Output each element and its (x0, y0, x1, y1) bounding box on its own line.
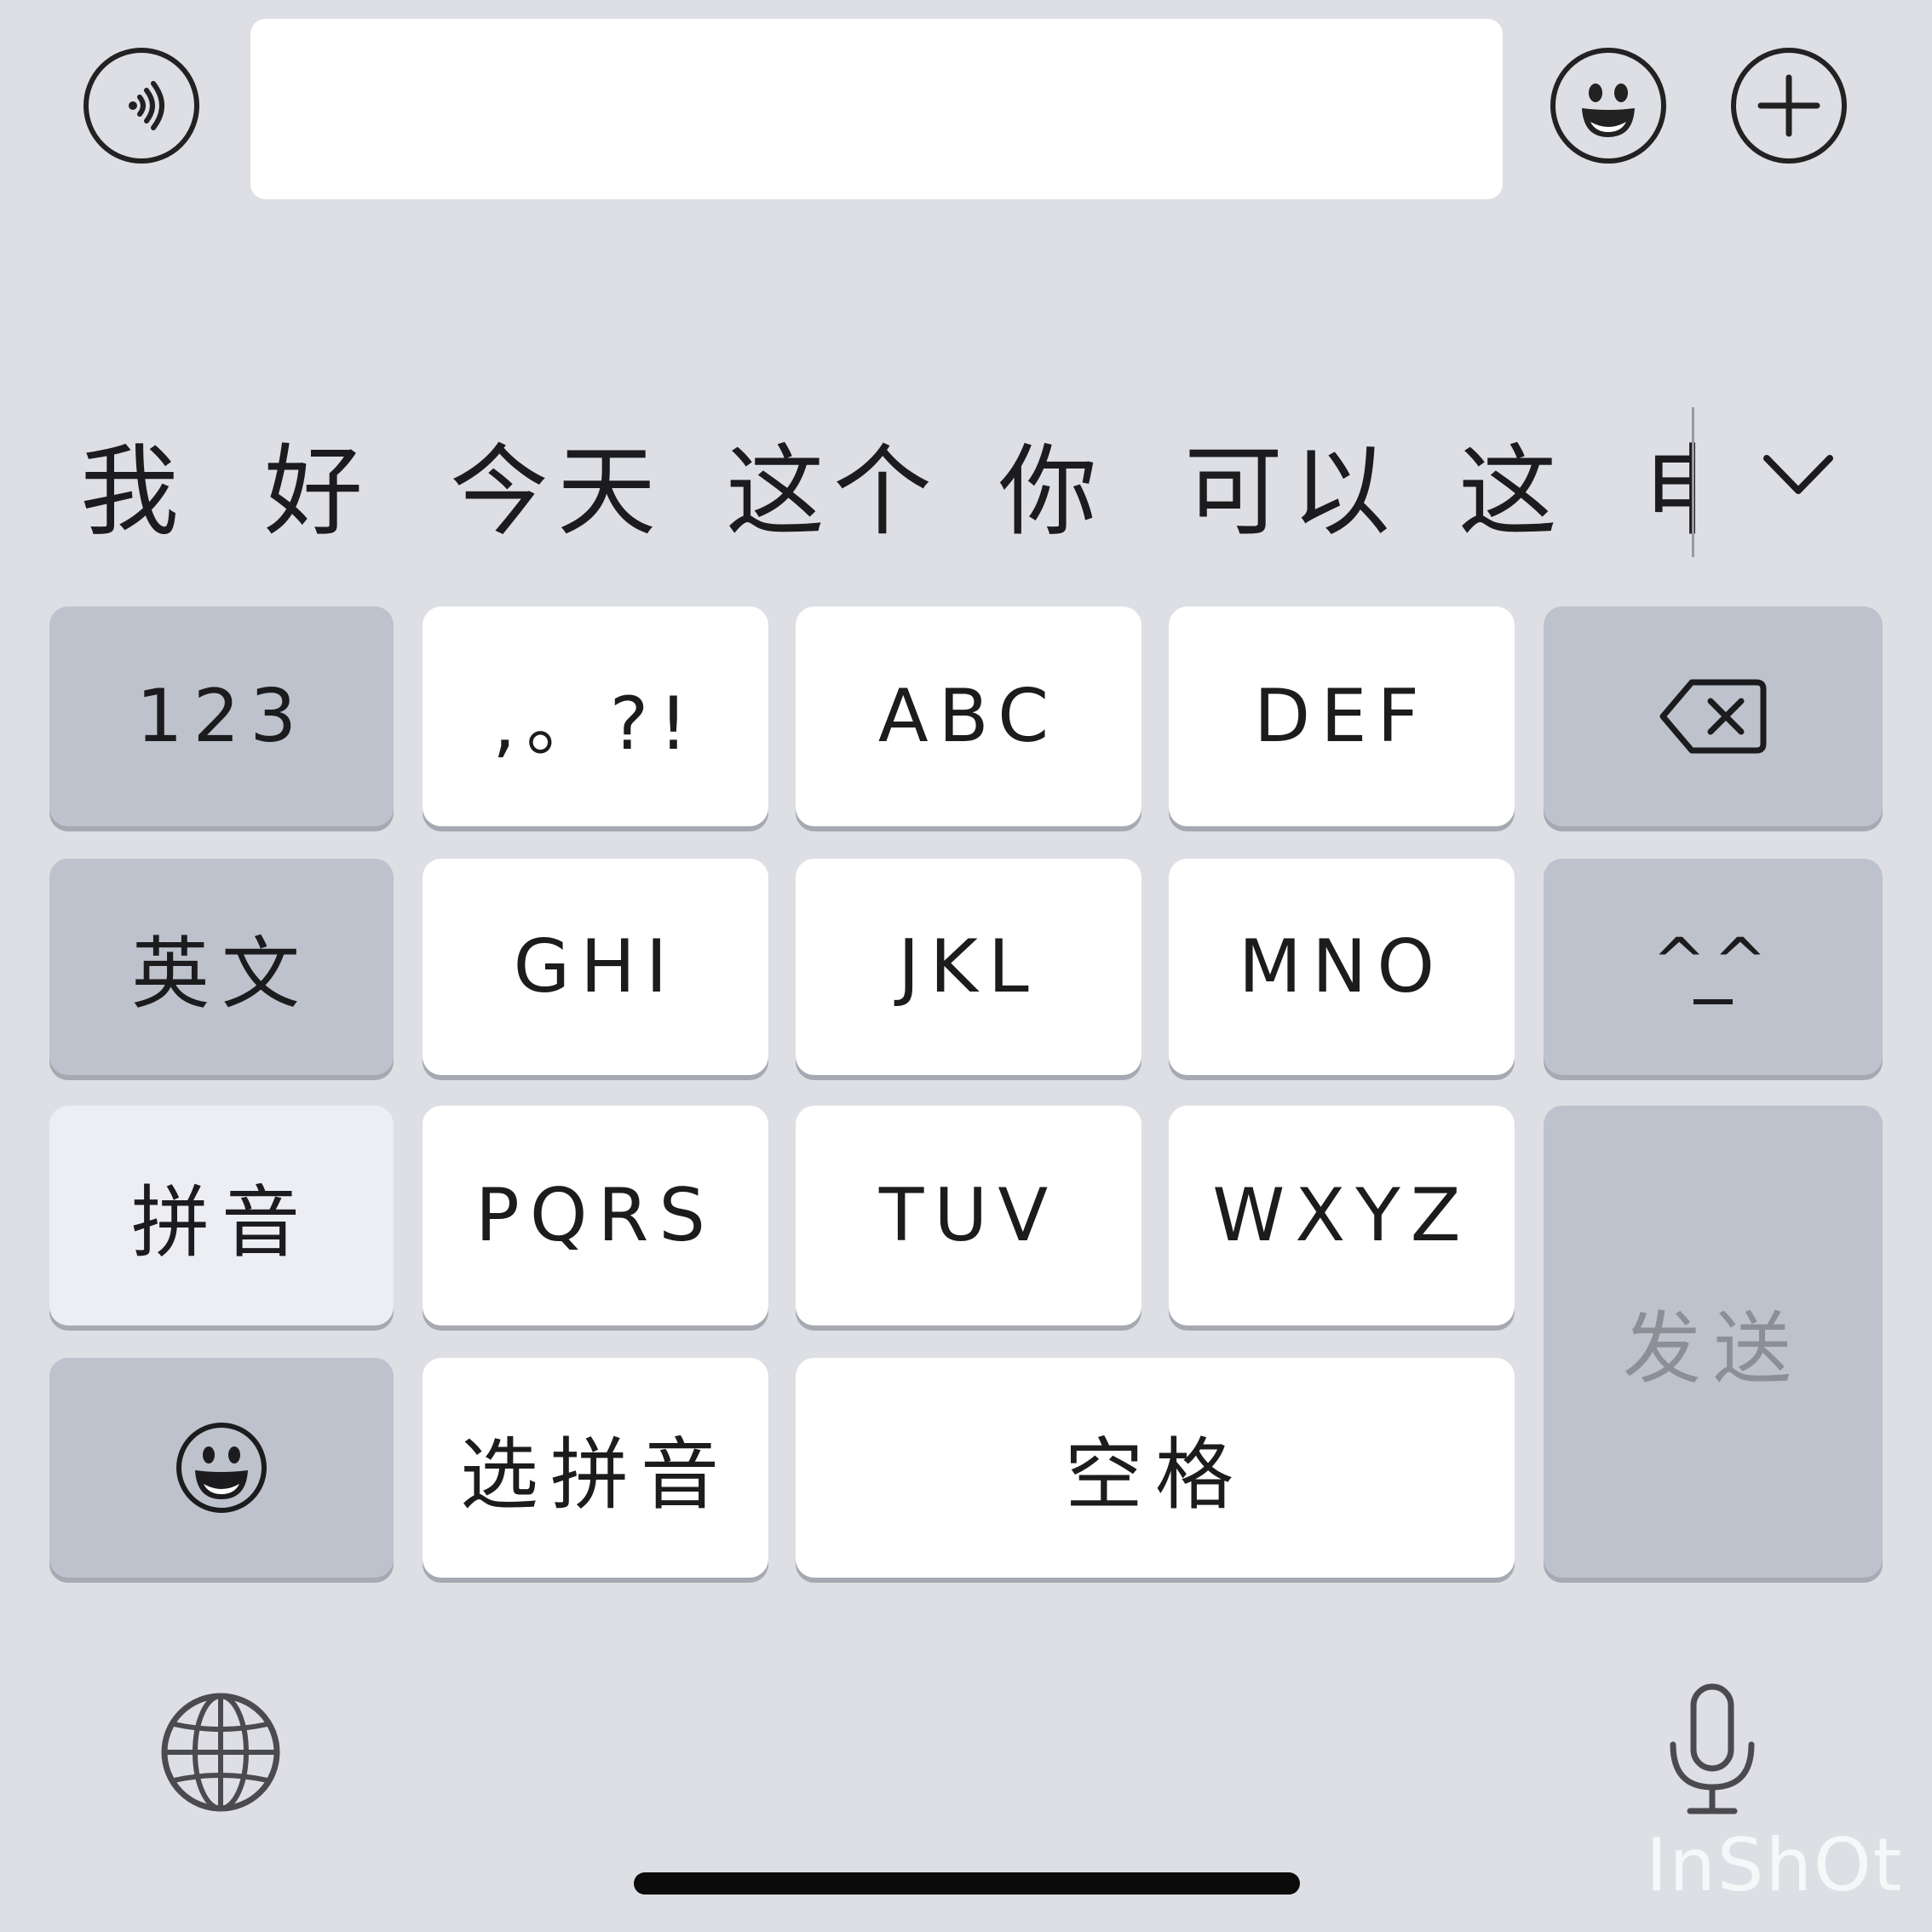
def-key[interactable]: DEF (1169, 607, 1515, 826)
key-label: 选拼音 (459, 1429, 731, 1521)
candidate-item[interactable]: 这 (1458, 443, 1566, 542)
add-button[interactable] (1731, 48, 1847, 164)
plus-icon (1757, 74, 1820, 137)
emoji-button[interactable] (1550, 48, 1666, 164)
kaomoji-mouth (1693, 999, 1733, 1004)
kaomoji-key[interactable]: ^^ (1544, 859, 1883, 1075)
candidate-item[interactable]: 今天 (450, 443, 664, 542)
key-label: ,。?! (492, 681, 699, 767)
key-label: PQRS (475, 1173, 716, 1258)
message-input[interactable] (250, 19, 1503, 199)
microphone-icon (1670, 1683, 1755, 1814)
key-label: JKL (898, 924, 1039, 1009)
key-label: ^^ (1652, 923, 1774, 999)
select-pinyin-key[interactable]: 选拼音 (423, 1358, 768, 1578)
key-label: WXYZ (1212, 1173, 1471, 1258)
voice-icon (129, 81, 164, 130)
key-label: DEF (1253, 674, 1430, 759)
tuv-key[interactable]: TUV (796, 1106, 1141, 1325)
numbers-key[interactable]: 123 (49, 607, 394, 826)
globe-button[interactable] (158, 1690, 283, 1814)
pqrs-key[interactable]: PQRS (423, 1106, 768, 1325)
emoji-icon (1582, 83, 1635, 137)
key-label: TUV (878, 1173, 1059, 1258)
key-label: 空格 (1064, 1429, 1245, 1521)
key-label: ABC (877, 674, 1060, 759)
english-key[interactable]: 英文 (49, 859, 394, 1075)
key-label: 123 (135, 674, 308, 759)
candidate-item[interactable]: 你 (998, 443, 1106, 542)
emoji-key[interactable] (49, 1358, 394, 1578)
expand-candidates-button[interactable] (1760, 446, 1837, 506)
key-label: 拼音 (130, 1176, 312, 1268)
candidate-item[interactable]: 可以 (1184, 443, 1399, 542)
candidate-divider (1692, 407, 1694, 557)
watermark: InShOt (1646, 1823, 1904, 1908)
candidate-item[interactable]: 好 (264, 443, 371, 542)
key-label: MNO (1238, 924, 1446, 1009)
chevron-down-icon (1763, 455, 1833, 494)
candidate-overflow: 申 (1644, 426, 1695, 562)
punctuation-key[interactable]: ,。?! (423, 607, 768, 826)
pinyin-key[interactable]: 拼音 (49, 1106, 394, 1325)
space-key[interactable]: 空格 (796, 1358, 1515, 1578)
abc-key[interactable]: ABC (796, 607, 1141, 826)
backspace-icon (1659, 679, 1767, 754)
send-key[interactable]: 发送 (1544, 1106, 1883, 1578)
key-label: 发送 (1622, 1302, 1803, 1394)
dictation-button[interactable] (1661, 1682, 1763, 1818)
candidate-item[interactable]: 申 (1644, 443, 1695, 542)
key-label: GHI (513, 924, 678, 1009)
home-indicator[interactable] (634, 1872, 1300, 1895)
mno-key[interactable]: MNO (1169, 859, 1515, 1075)
voice-input-button[interactable] (83, 48, 199, 164)
wxyz-key[interactable]: WXYZ (1169, 1106, 1515, 1325)
candidate-item[interactable]: 这个 (726, 443, 940, 542)
globe-icon (161, 1693, 280, 1812)
backspace-key[interactable] (1544, 607, 1883, 826)
key-label: 英文 (130, 928, 312, 1020)
candidate-item[interactable]: 我 (80, 443, 187, 542)
emoji-icon (176, 1423, 267, 1513)
jkl-key[interactable]: JKL (796, 859, 1141, 1075)
ghi-key[interactable]: GHI (423, 859, 768, 1075)
